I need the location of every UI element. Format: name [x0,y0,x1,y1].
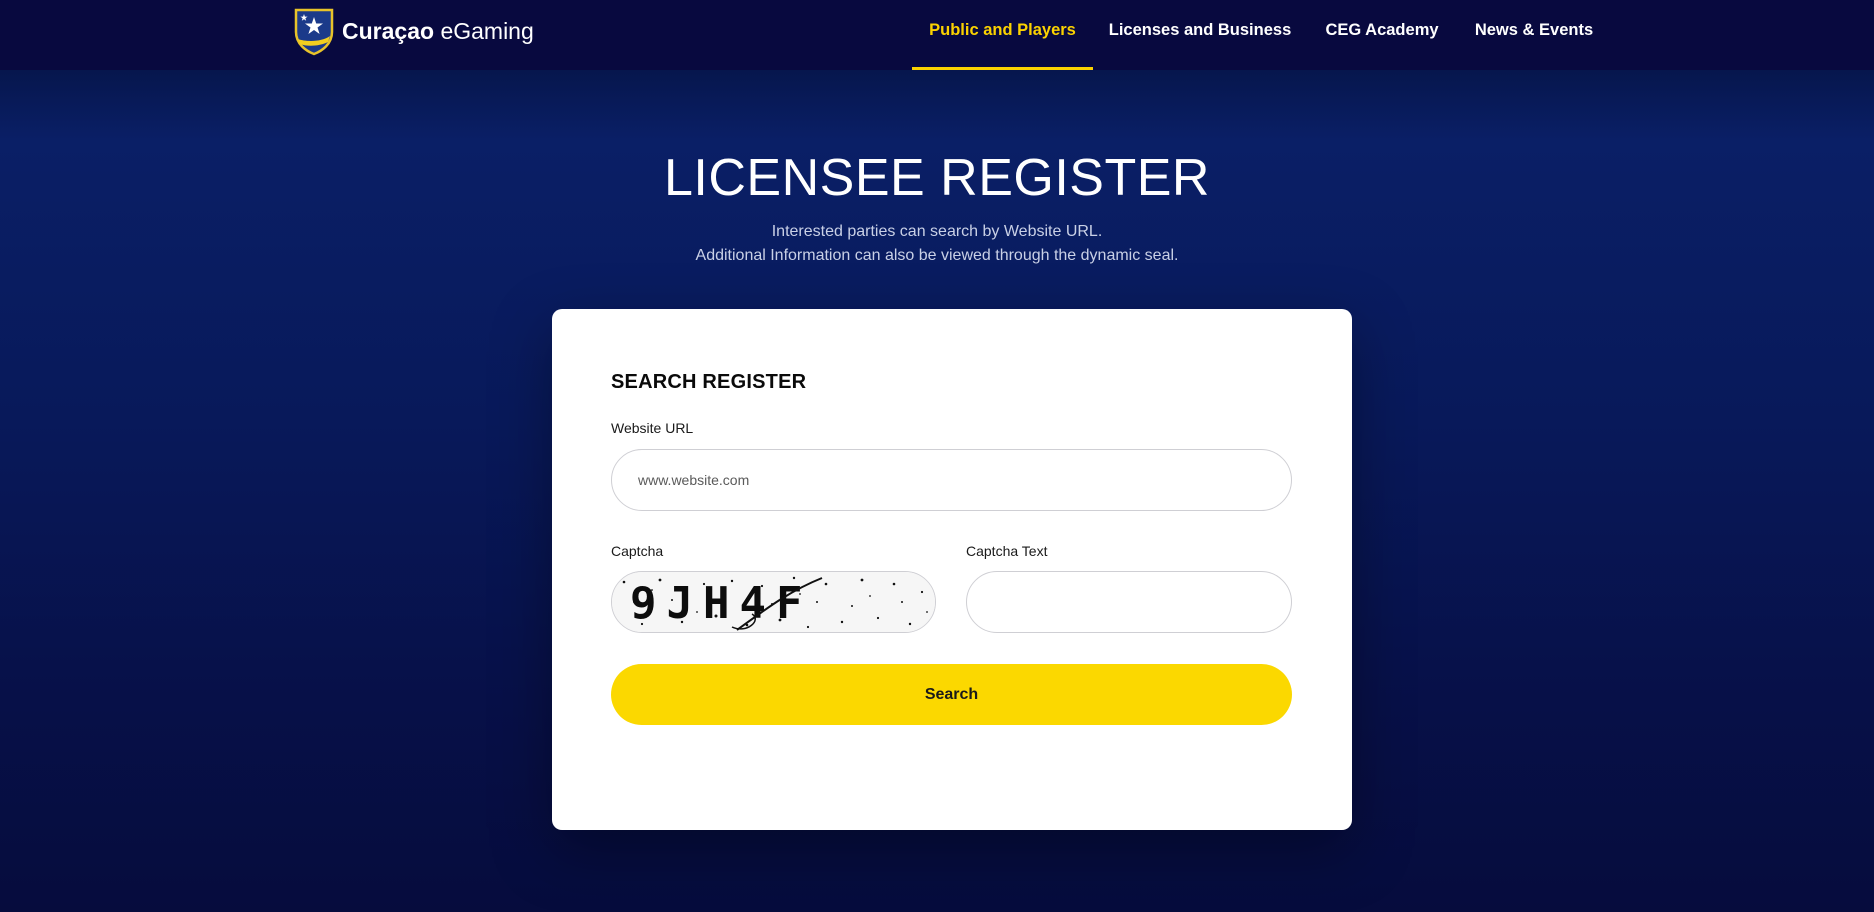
page-subtitle-line-2: Additional Information can also be viewe… [695,247,1179,264]
captcha-label: Captcha [611,543,664,559]
page-subtitle-line-1: Interested parties can search by Website… [771,223,1103,240]
shield-star-icon [294,8,334,56]
search-register-card: SEARCH REGISTER Website URL Captcha 9JH4… [552,309,1352,830]
captcha-text-input[interactable] [966,571,1292,633]
top-navigation-bar: Curaçao eGaming Public and Players Licen… [0,0,1874,70]
search-button[interactable]: Search [611,664,1292,725]
captcha-text-label: Captcha Text [966,543,1048,559]
nav-ceg-academy[interactable]: CEG Academy [1317,0,1447,70]
website-url-label: Website URL [611,420,694,436]
captcha-graphic: 9JH4F [612,572,935,632]
captcha-image: 9JH4F [611,571,936,633]
page-title: LICENSEE REGISTER [664,149,1210,207]
captcha-text-glyphs: 9JH4F [630,578,812,629]
brand-name: Curaçao eGaming [342,18,534,45]
website-url-input[interactable] [611,449,1292,511]
search-register-title: SEARCH REGISTER [611,371,807,393]
nav-public-and-players[interactable]: Public and Players [912,0,1093,70]
brand-name-bold: Curaçao [342,17,435,44]
brand-name-light: eGaming [440,17,534,44]
site-logo[interactable]: Curaçao eGaming [292,6,534,56]
nav-licenses-and-business[interactable]: Licenses and Business [1103,0,1297,70]
nav-news-and-events[interactable]: News & Events [1467,0,1601,70]
